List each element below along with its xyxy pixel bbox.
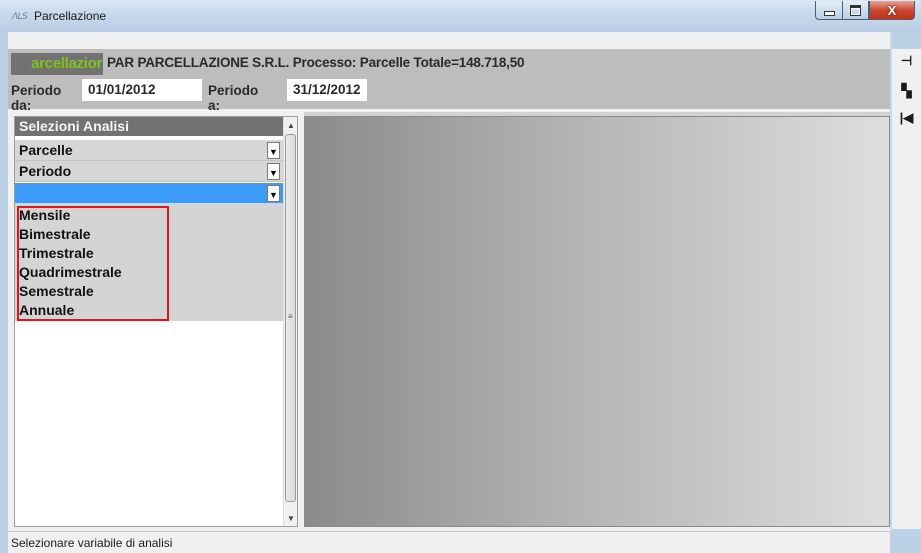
vertical-scrollbar[interactable]: ▲ ≡ ▼ bbox=[283, 117, 297, 526]
period-to-label: Periodo a: bbox=[208, 83, 259, 113]
close-icon: X bbox=[887, 2, 897, 18]
pin-icon[interactable]: ⊣ bbox=[898, 53, 915, 68]
panel-title: Selezioni Analisi bbox=[15, 117, 283, 136]
minimize-button[interactable] bbox=[815, 1, 842, 20]
dropdown-arrow-icon[interactable]: ▼ bbox=[267, 185, 280, 202]
minimize-icon bbox=[823, 10, 835, 16]
process-badge: arcellazior bbox=[11, 53, 103, 75]
combo-value: Periodo bbox=[19, 163, 72, 179]
title-bar[interactable]: ΛLS Parcellazione X bbox=[0, 0, 921, 32]
chart-area bbox=[304, 116, 890, 527]
combo-parcelle[interactable]: Parcelle ▼ bbox=[15, 140, 283, 161]
period-to-field[interactable]: 31/12/2012 bbox=[287, 79, 367, 101]
company-process-line: PAR PARCELLAZIONE S.R.L. Processo: Parce… bbox=[107, 55, 525, 70]
window-title: Parcellazione bbox=[34, 9, 107, 23]
side-toolbar: ⊣ ▚ |◀ bbox=[892, 49, 921, 529]
window-controls: X bbox=[815, 1, 915, 21]
scroll-thumb[interactable]: ≡ bbox=[285, 134, 296, 502]
scroll-up-arrow-icon[interactable]: ▲ bbox=[284, 117, 298, 133]
combo-periodo[interactable]: Periodo ▼ bbox=[15, 161, 283, 182]
app-window: ΛLS Parcellazione X arcellazior PAR PARC… bbox=[0, 0, 921, 553]
combo-period-type[interactable]: ▼ bbox=[15, 183, 283, 204]
dropdown-arrow-icon[interactable]: ▼ bbox=[267, 142, 280, 159]
app-logo-icon: ΛLS bbox=[12, 12, 28, 22]
highlight-frame bbox=[17, 206, 169, 321]
scroll-down-arrow-icon[interactable]: ▼ bbox=[284, 510, 298, 526]
status-bar: Selezionare variabile di analisi bbox=[8, 531, 890, 553]
maximize-icon bbox=[850, 4, 861, 16]
thumb-grip-icon: ≡ bbox=[288, 312, 293, 321]
maximize-button[interactable] bbox=[842, 1, 869, 20]
period-from-label: Periodo da: bbox=[11, 83, 62, 113]
collapse-icon[interactable]: |◀ bbox=[898, 110, 915, 125]
process-badge-label: arcellazior bbox=[31, 55, 102, 72]
combo-value: Parcelle bbox=[19, 142, 73, 158]
close-button[interactable]: X bbox=[869, 1, 915, 20]
export-icon[interactable]: ▚ bbox=[898, 83, 915, 98]
status-text: Selezionare variabile di analisi bbox=[11, 536, 173, 550]
dropdown-arrow-icon[interactable]: ▼ bbox=[267, 163, 280, 180]
analysis-selection-panel: Selezioni Analisi Parcelle ▼ Periodo ▼ ▼… bbox=[14, 116, 298, 527]
period-from-field[interactable]: 01/01/2012 bbox=[82, 79, 202, 101]
